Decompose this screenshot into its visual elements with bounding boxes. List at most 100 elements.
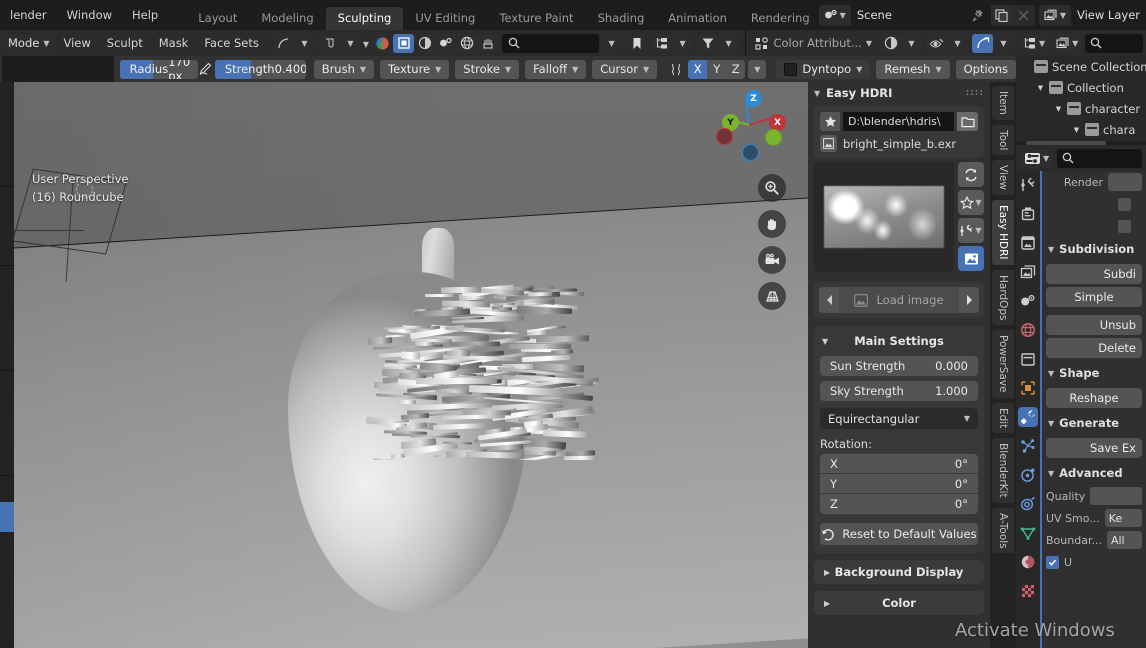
tool-slot-smooth[interactable] <box>0 266 14 292</box>
menu-blender[interactable]: lender <box>0 4 57 26</box>
n-tab-blenderkit[interactable]: BlenderKit <box>992 438 1014 503</box>
bookmark-group[interactable] <box>626 33 648 53</box>
workspace-tab-layout[interactable]: Layout <box>186 7 249 30</box>
mode-selector[interactable]: Mode ▼ <box>2 33 56 53</box>
tool-icon[interactable] <box>1018 175 1038 195</box>
constraints-icon[interactable] <box>1018 494 1038 514</box>
n-tab-easy-hdri[interactable]: Easy HDRI <box>992 200 1014 265</box>
outliner-expand-character-icon[interactable]: ▼ <box>1054 105 1063 113</box>
workspace-tab-texture-paint[interactable]: Texture Paint <box>487 7 585 30</box>
tool-slot-draw[interactable] <box>0 82 14 108</box>
reset-defaults-button[interactable]: Reset to Default Values <box>820 523 978 545</box>
n-tab-hardops[interactable]: HardOps <box>992 269 1014 326</box>
gizmo-group[interactable]: ▼ <box>972 33 1014 53</box>
menu-window[interactable]: Window <box>57 4 122 26</box>
texture-icon[interactable] <box>1018 581 1038 601</box>
image-display-toggle[interactable] <box>958 246 984 271</box>
texture-dropdown[interactable]: Texture ▼ <box>380 59 450 79</box>
advanced-collapse-icon[interactable]: ▼ <box>1048 469 1054 478</box>
projection-dropdown[interactable]: Equirectangular ▼ <box>820 408 978 429</box>
tool-slot-snake-hook[interactable] <box>0 423 14 449</box>
zoom-icon[interactable] <box>758 174 786 202</box>
simple-button[interactable]: Simple <box>1046 287 1142 307</box>
workspace-tab-modeling[interactable]: Modeling <box>249 7 325 30</box>
workspace-tab-uv-editing[interactable]: UV Editing <box>403 7 487 30</box>
falloff-dropdown[interactable]: Falloff ▼ <box>525 59 587 79</box>
save-external-button[interactable]: Save Ex <box>1046 438 1142 458</box>
outliner-filter-icon[interactable] <box>651 34 672 53</box>
gizmo-axis-z-negative[interactable] <box>742 144 759 161</box>
tool-slot-blob[interactable] <box>0 213 14 239</box>
navigation-gizmo[interactable]: Z Y X <box>712 88 786 162</box>
properties-editor-type-button[interactable]: ▼ <box>1020 148 1054 168</box>
visibility-chevron-icon[interactable]: ▼ <box>947 34 968 53</box>
panel-drag-grip-icon[interactable]: :::: <box>966 88 984 98</box>
funnel-filter-icon[interactable] <box>697 34 718 53</box>
color-section[interactable]: ▶ Color <box>814 591 984 615</box>
view-layer-browse-icon[interactable]: ▼ <box>1038 4 1071 26</box>
particles-icon[interactable] <box>1018 436 1038 456</box>
symmetry-axis-toggles[interactable]: X Y Z <box>688 59 746 79</box>
visibility-group[interactable]: ▼ <box>926 33 968 53</box>
search-chevron-icon[interactable]: ▼ <box>601 34 622 53</box>
main-settings-collapse-icon[interactable]: ▼ <box>822 337 828 346</box>
brush-radius-slider[interactable]: Radius 170 px <box>119 59 198 79</box>
tool-slot-grab[interactable] <box>0 371 14 397</box>
eye-visibility-icon[interactable] <box>926 34 947 53</box>
brush-dropdown[interactable]: Brush ▼ <box>313 59 375 79</box>
dyntopo-checkbox[interactable] <box>784 62 798 76</box>
tool-slot-scrape[interactable] <box>0 344 14 370</box>
tool-slot-flatten[interactable] <box>0 292 14 318</box>
tool-slot-crease[interactable] <box>0 239 14 265</box>
viewport-menu-face-sets[interactable]: Face Sets <box>196 34 267 53</box>
tool-slot-annotate[interactable] <box>0 502 14 532</box>
previous-image-button[interactable] <box>819 287 839 313</box>
filter-outliner-group[interactable]: ▼ <box>651 33 694 53</box>
uv-smooth-field[interactable]: Ke <box>1104 509 1142 527</box>
tool-slot-inflate[interactable] <box>0 187 14 213</box>
world-icon[interactable] <box>1018 320 1038 340</box>
boundary-smooth-field[interactable]: All <box>1106 531 1142 549</box>
tool-slot-clay[interactable] <box>0 134 14 160</box>
snap-magnet-icon[interactable] <box>319 34 340 53</box>
tool-settings-button[interactable]: ▼ <box>958 218 984 243</box>
hdri-preview-box[interactable] <box>814 162 954 272</box>
world-globe-icon[interactable] <box>456 34 477 53</box>
favorite-star-icon[interactable] <box>820 112 840 131</box>
gizmo-chevron-icon[interactable]: ▼ <box>993 34 1014 53</box>
tool-slot-mask[interactable] <box>0 476 14 502</box>
workspace-tab-animation[interactable]: Animation <box>656 7 739 30</box>
cursor-dropdown[interactable]: Cursor ▼ <box>592 59 658 79</box>
n-tab-view[interactable]: View <box>992 160 1014 196</box>
filter-funnel-group[interactable]: ▼ <box>697 33 740 53</box>
snapping-group[interactable]: ▼ <box>318 33 361 53</box>
rotation-y-field[interactable]: Y 0° <box>820 474 978 494</box>
n-tab-powersave[interactable]: PowerSave <box>992 330 1014 398</box>
shading-solid-icon[interactable] <box>393 33 415 53</box>
workspace-tab-sculpting[interactable]: Sculpting <box>325 7 404 30</box>
viewport-search[interactable] <box>502 33 600 53</box>
n-tab-tool[interactable]: Tool <box>992 124 1014 156</box>
snap-chevron-icon[interactable]: ▼ <box>340 34 361 53</box>
easy-hdri-panel-header[interactable]: ▼ Easy HDRI :::: <box>808 82 990 104</box>
view-layer-icon[interactable] <box>1018 262 1038 282</box>
sky-strength-field[interactable]: Sky Strength 1.000 <box>820 381 978 401</box>
unsubdivide-button[interactable]: Unsub <box>1046 315 1142 335</box>
tool-slot-elastic-deform[interactable] <box>0 397 14 423</box>
gizmo-icon[interactable] <box>972 33 993 53</box>
scene-selector[interactable]: ▼ Scene <box>818 4 1035 26</box>
scene-name-field[interactable]: Scene <box>850 4 991 26</box>
generate-collapse-icon[interactable]: ▼ <box>1048 419 1054 428</box>
gizmo-axis-z-positive[interactable]: Z <box>745 90 762 107</box>
shading-rendered-icon[interactable] <box>435 34 456 53</box>
tool-slot-fill[interactable] <box>0 318 14 344</box>
physics-icon[interactable] <box>1018 465 1038 485</box>
pan-hand-icon[interactable] <box>758 210 786 238</box>
outliner-expand-collection-icon[interactable]: ▼ <box>1036 84 1045 92</box>
workspace-tab-shading[interactable]: Shading <box>586 7 657 30</box>
background-display-section[interactable]: ▶ Background Display <box>814 560 984 584</box>
pivot-point-icon[interactable] <box>273 34 294 53</box>
viewport-shading-sphere-icon[interactable] <box>372 34 393 53</box>
tool-slot-clay-strips[interactable] <box>0 160 14 186</box>
viewport-menu-sculpt[interactable]: Sculpt <box>99 34 151 53</box>
